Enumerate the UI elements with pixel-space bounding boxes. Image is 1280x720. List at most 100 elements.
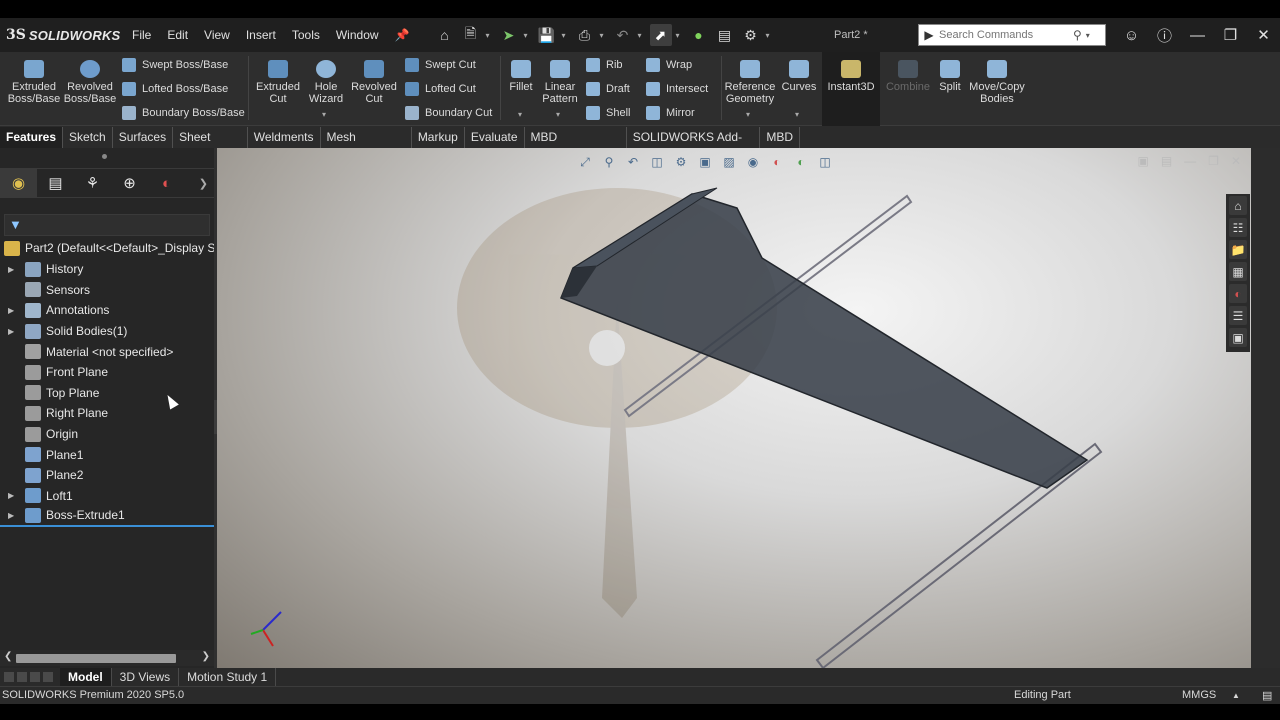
new-document-icon[interactable]: 🗎 <box>460 24 482 46</box>
hole-wizard-button[interactable]: Hole Wizard <box>304 60 348 105</box>
home-icon[interactable]: ⌂ <box>434 24 456 46</box>
status-bar-options-icon[interactable]: ▤ <box>1262 689 1272 702</box>
tab-solidworks-add-ins[interactable]: SOLIDWORKS Add-Ins <box>627 127 761 165</box>
edit-appearance-icon[interactable]: ◐ <box>767 152 787 172</box>
tab-mesh-modeling[interactable]: Mesh Modeling <box>321 127 412 165</box>
tree-item[interactable]: ▶ Annotations <box>0 300 214 321</box>
tab-mbd[interactable]: MBD <box>760 127 801 148</box>
section-view-icon[interactable]: ◫ <box>647 152 667 172</box>
search-commands-input[interactable] <box>939 29 1069 41</box>
select-dropdown-icon[interactable]: ▾ <box>676 31 684 40</box>
print-dropdown-icon[interactable]: ▾ <box>600 31 608 40</box>
tree-item[interactable]: ▶ Loft1 <box>0 486 214 507</box>
print-icon[interactable]: ⎙ <box>574 24 596 46</box>
tab-surfaces[interactable]: Surfaces <box>113 127 174 148</box>
featuremanager-tab-icon[interactable]: ◉ <box>0 169 37 197</box>
tree-root-part[interactable]: Part2 (Default<<Default>_Display Sta <box>0 238 214 259</box>
tab-sheet-metal[interactable]: Sheet Metal <box>173 127 248 165</box>
design-library-icon[interactable]: ☷ <box>1229 218 1247 237</box>
propertymanager-tab-icon[interactable]: ▤ <box>37 169 74 197</box>
tree-item[interactable]: Top Plane <box>0 383 214 404</box>
wrap-button[interactable]: Wrap <box>646 56 692 74</box>
next-tab-icon[interactable] <box>30 672 40 682</box>
menu-view[interactable]: View <box>196 18 238 52</box>
expand-arrow-icon[interactable]: ▶ <box>8 327 14 336</box>
fillet-dropdown-icon[interactable]: ▾ <box>518 110 522 119</box>
boundary-cut-button[interactable]: Boundary Cut <box>405 104 492 122</box>
view-orientation-icon[interactable]: ▣ <box>695 152 715 172</box>
reference-geometry-dropdown-icon[interactable]: ▾ <box>746 110 750 119</box>
help-icon[interactable]: ⓘ <box>1148 25 1181 46</box>
swept-boss-button[interactable]: Swept Boss/Base <box>122 56 228 74</box>
fillet-button[interactable]: Fillet <box>505 60 537 93</box>
tree-item[interactable]: Plane2 <box>0 465 214 486</box>
displaymanager-tab-icon[interactable]: ◐ <box>148 169 185 197</box>
viewport-restore-icon[interactable]: ❐ <box>1208 154 1219 168</box>
expand-arrow-icon[interactable]: ▶ <box>8 306 14 315</box>
tab-mbd-dimensions[interactable]: MBD Dimensions <box>525 127 627 165</box>
intersect-button[interactable]: Intersect <box>646 80 708 98</box>
expand-arrow-icon[interactable]: ▶ <box>8 265 14 274</box>
menu-window[interactable]: Window <box>328 18 387 52</box>
first-tab-icon[interactable] <box>4 672 14 682</box>
revolved-boss-button[interactable]: Revolved Boss/Base <box>63 60 117 105</box>
open-icon[interactable]: ➤ <box>498 24 520 46</box>
unit-system-selector[interactable]: MMGS <box>1182 689 1216 701</box>
scroll-right-icon[interactable]: ❯ <box>202 651 210 662</box>
prev-tab-icon[interactable] <box>17 672 27 682</box>
tree-item[interactable]: Plane1 <box>0 444 214 465</box>
select-arrow-icon[interactable]: ⬈ <box>649 24 672 46</box>
last-tab-icon[interactable] <box>43 672 53 682</box>
dimxpertmanager-tab-icon[interactable]: ⊕ <box>111 169 148 197</box>
tab-sketch[interactable]: Sketch <box>63 127 113 148</box>
restore-icon[interactable]: ❐ <box>1214 26 1247 44</box>
zoom-to-area-icon[interactable]: ⚲ <box>599 152 619 172</box>
appearances-icon[interactable]: ◐ <box>1229 284 1247 303</box>
custom-properties-icon[interactable]: ☰ <box>1229 306 1247 325</box>
panel-grip-handle[interactable] <box>102 154 107 159</box>
search-commands-box[interactable]: ▶ ⚲ ▾ <box>918 24 1106 46</box>
lofted-boss-button[interactable]: Lofted Boss/Base <box>122 80 228 98</box>
tree-item[interactable]: ▶ History <box>0 259 214 280</box>
tree-item[interactable]: ▶ Boss-Extrude1 <box>0 506 214 527</box>
search-dropdown-icon[interactable]: ▾ <box>1086 31 1090 40</box>
mirror-button[interactable]: Mirror <box>646 104 695 122</box>
extruded-boss-button[interactable]: Extruded Boss/Base <box>6 60 62 105</box>
search-icon[interactable]: ⚲ <box>1073 28 1082 42</box>
new-dropdown-icon[interactable]: ▾ <box>486 31 494 40</box>
tree-item[interactable]: Origin <box>0 424 214 445</box>
move-copy-bodies-button[interactable]: Move/Copy Bodies <box>968 60 1026 105</box>
tab-motion-study-1[interactable]: Motion Study 1 <box>179 668 277 686</box>
unit-system-dropdown-icon[interactable]: ▲ <box>1232 691 1240 700</box>
minimize-icon[interactable]: — <box>1181 27 1214 44</box>
boundary-boss-button[interactable]: Boundary Boss/Base <box>122 104 245 122</box>
tree-horizontal-scrollbar[interactable]: ❮ ❯ <box>0 650 214 666</box>
expand-arrow-icon[interactable]: ▶ <box>8 511 14 520</box>
tab-evaluate[interactable]: Evaluate <box>465 127 525 148</box>
tree-item[interactable]: Sensors <box>0 280 214 301</box>
pin-icon[interactable]: 📌 <box>387 18 418 52</box>
menu-insert[interactable]: Insert <box>238 18 284 52</box>
reference-geometry-button[interactable]: Reference Geometry <box>724 60 776 105</box>
menu-file[interactable]: File <box>124 18 159 52</box>
undo-icon[interactable]: ↶ <box>612 24 634 46</box>
expand-arrow-icon[interactable]: ▶ <box>8 491 14 500</box>
tab-weldments[interactable]: Weldments <box>248 127 321 148</box>
file-explorer-icon[interactable]: 📁 <box>1229 240 1247 259</box>
undo-dropdown-icon[interactable]: ▾ <box>638 31 646 40</box>
zoom-to-fit-icon[interactable]: ⤢ <box>575 152 595 172</box>
tab-markup[interactable]: Markup <box>412 127 465 148</box>
curves-button[interactable]: Curves <box>780 60 818 93</box>
graphics-area[interactable]: ⤢ ⚲ ↶ ◫ ⚙ ▣ ▨ ◉ ◐ ◐ ◫ ▣ ▤ — ❐ ✕ <box>217 148 1251 689</box>
linear-pattern-dropdown-icon[interactable]: ▾ <box>556 110 560 119</box>
apply-scene-icon[interactable]: ◐ <box>791 152 811 172</box>
viewport-minimize-icon[interactable]: — <box>1184 154 1196 168</box>
close-icon[interactable]: ✕ <box>1247 26 1280 44</box>
hole-wizard-dropdown-icon[interactable]: ▾ <box>322 110 326 119</box>
menu-edit[interactable]: Edit <box>159 18 196 52</box>
viewport-tile-icon[interactable]: ▣ <box>1137 154 1148 168</box>
solidworks-logo[interactable]: 3S SOLIDWORKS <box>0 27 124 43</box>
file-properties-icon[interactable]: ▤ <box>714 24 736 46</box>
viewport-split-icon[interactable]: ▤ <box>1161 154 1172 168</box>
hide-show-items-icon[interactable]: ◉ <box>743 152 763 172</box>
